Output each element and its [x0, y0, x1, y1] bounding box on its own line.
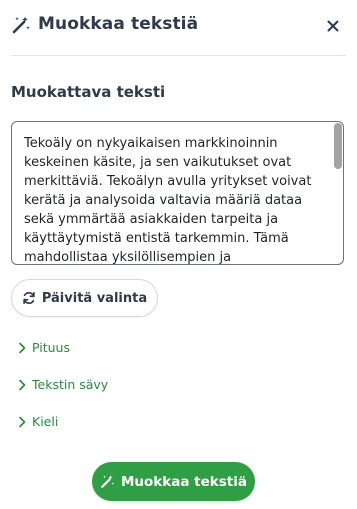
header-divider	[11, 55, 346, 56]
refresh-selection-label: Päivitä valinta	[41, 290, 148, 306]
edit-text-button[interactable]: Muokkaa tekstiä	[92, 462, 255, 501]
option-tone-label: Tekstin sävy	[32, 377, 109, 392]
chevron-right-icon	[17, 416, 27, 428]
magic-wand-icon	[11, 15, 31, 35]
option-tone[interactable]: Tekstin sävy	[17, 377, 108, 392]
refresh-selection-button[interactable]: Päivitä valinta	[11, 279, 158, 317]
close-icon	[327, 20, 339, 32]
close-button[interactable]	[323, 16, 343, 36]
editable-text-heading: Muokattava teksti	[11, 83, 166, 101]
resize-handle-icon[interactable]	[334, 255, 342, 264]
editable-text-content[interactable]: Tekoäly on nykyaikaisen markkinoinnin ke…	[24, 134, 329, 264]
magic-wand-icon	[100, 474, 115, 489]
chevron-right-icon	[17, 379, 27, 391]
edit-text-button-label: Muokkaa tekstiä	[120, 473, 247, 490]
panel-title: Muokkaa tekstiä	[38, 14, 199, 34]
panel-header: Muokkaa tekstiä	[0, 0, 357, 52]
chevron-right-icon	[17, 342, 27, 354]
option-length[interactable]: Pituus	[17, 340, 70, 355]
refresh-icon	[22, 291, 36, 305]
textarea-scrollbar[interactable]	[334, 123, 342, 169]
option-length-label: Pituus	[32, 340, 70, 355]
option-language[interactable]: Kieli	[17, 414, 58, 429]
option-language-label: Kieli	[32, 414, 59, 429]
editable-text-area[interactable]: Tekoäly on nykyaikaisen markkinoinnin ke…	[11, 121, 344, 265]
